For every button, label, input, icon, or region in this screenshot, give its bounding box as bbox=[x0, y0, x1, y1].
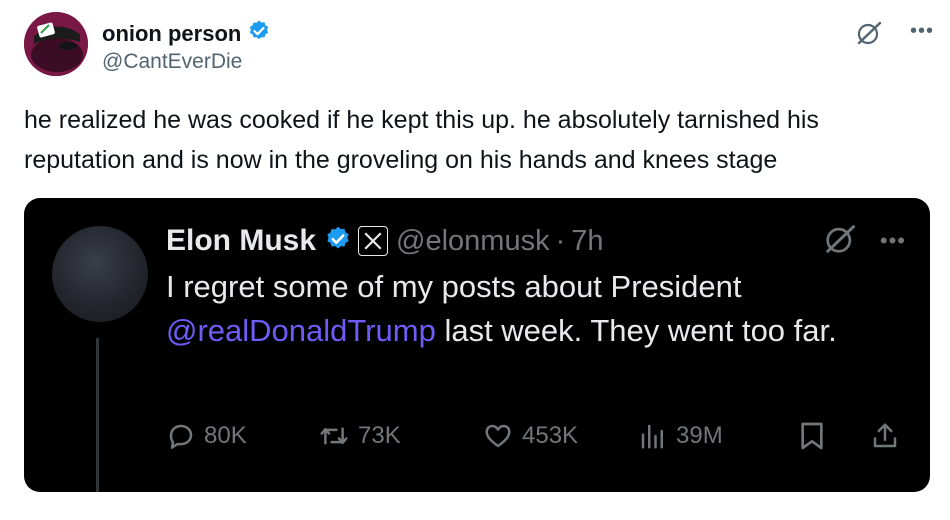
quoted-text-before: I regret some of my posts about Presiden… bbox=[166, 269, 742, 304]
like-count: 453K bbox=[522, 422, 579, 449]
views-icon bbox=[641, 424, 663, 449]
time-separator: · bbox=[555, 224, 566, 257]
avatar-image bbox=[24, 12, 88, 76]
outer-post-text: he realized he was cooked if he kept thi… bbox=[24, 106, 819, 174]
reply-count: 80K bbox=[204, 422, 247, 449]
mention-link[interactable]: @realDonaldTrump bbox=[166, 313, 436, 348]
more-icon[interactable]: ••• bbox=[910, 20, 934, 43]
outer-display-name[interactable]: onion person bbox=[102, 21, 241, 47]
reply-button[interactable]: 80K bbox=[166, 416, 247, 456]
like-button[interactable]: 453K bbox=[482, 416, 578, 456]
repost-icon bbox=[320, 427, 348, 445]
more-icon[interactable]: ••• bbox=[880, 228, 906, 254]
share-icon bbox=[873, 423, 897, 448]
bookmark-button[interactable] bbox=[798, 416, 826, 456]
quoted-post-text: I regret some of my posts about Presiden… bbox=[166, 265, 896, 353]
quoted-avatar[interactable] bbox=[52, 226, 148, 322]
reply-icon bbox=[169, 424, 193, 449]
quoted-display-name[interactable]: Elon Musk bbox=[166, 224, 316, 258]
grok-icon[interactable] bbox=[824, 223, 856, 260]
quoted-post-card[interactable]: Elon Musk @elonmusk · 7h ••• I regret so… bbox=[24, 198, 930, 492]
action-bar: 80K 73K 453K 39M bbox=[166, 416, 906, 456]
quoted-text-after: last week. They went too far. bbox=[444, 313, 837, 348]
post-time[interactable]: 7h bbox=[571, 225, 603, 258]
grok-icon[interactable] bbox=[856, 20, 882, 51]
x-affiliation-icon bbox=[358, 226, 389, 256]
bookmark-icon bbox=[801, 422, 823, 450]
heart-icon bbox=[485, 424, 511, 448]
verified-badge-icon bbox=[247, 19, 271, 48]
verified-badge-icon bbox=[324, 225, 352, 258]
view-count: 39M bbox=[676, 422, 723, 449]
share-button[interactable] bbox=[870, 416, 900, 456]
views-button[interactable]: 39M bbox=[638, 416, 723, 456]
quoted-handle[interactable]: @elonmusk bbox=[396, 225, 550, 258]
avatar[interactable] bbox=[24, 12, 88, 76]
outer-name-row: onion person bbox=[102, 19, 271, 48]
repost-button[interactable]: 73K bbox=[318, 416, 401, 456]
outer-handle[interactable]: @CantEverDie bbox=[102, 50, 242, 74]
outer-post-header: onion person @CantEverDie ••• bbox=[24, 12, 934, 82]
quoted-name-row: Elon Musk @elonmusk · 7h bbox=[166, 220, 604, 262]
repost-count: 73K bbox=[358, 422, 401, 449]
thread-line bbox=[96, 338, 99, 492]
